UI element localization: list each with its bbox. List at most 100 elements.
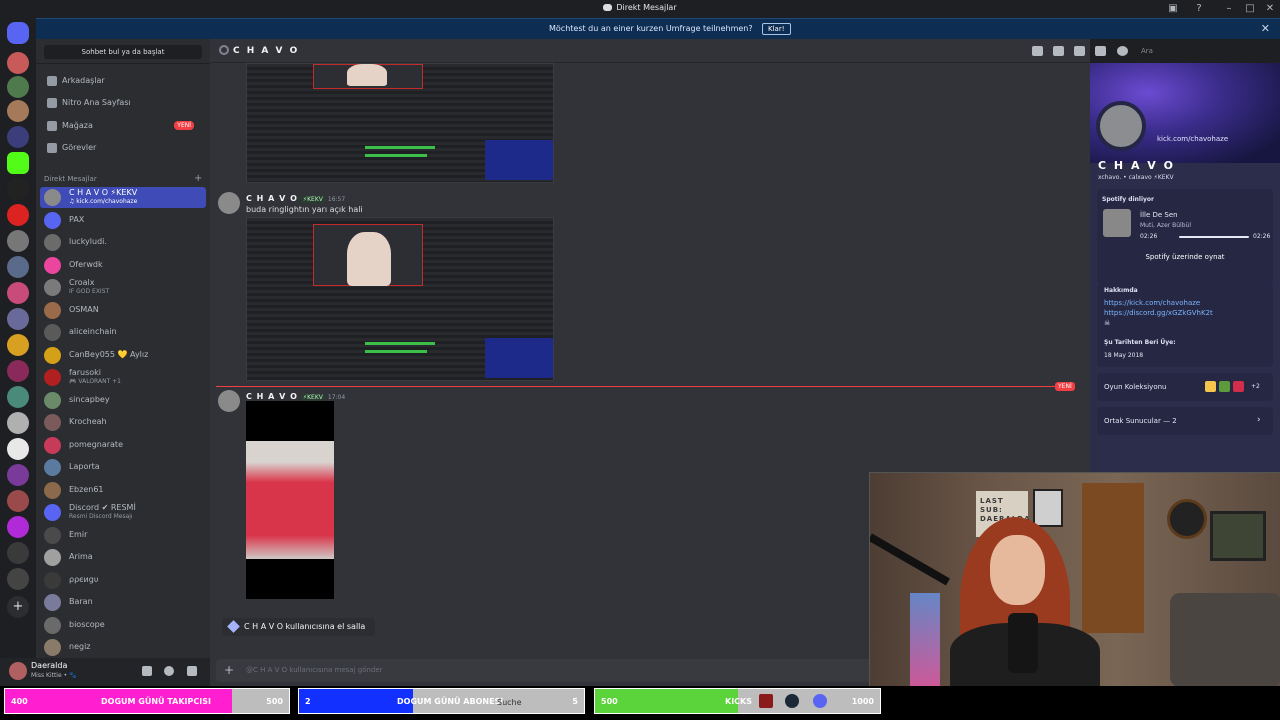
server-icon[interactable] <box>7 308 29 330</box>
maximize-button[interactable]: □ <box>1243 2 1257 16</box>
dm-item[interactable]: aliceinchain <box>40 322 206 343</box>
microphone-icon[interactable] <box>142 666 152 676</box>
server-icon[interactable] <box>7 100 29 122</box>
member-since-date: 18 May 2018 <box>1104 352 1144 359</box>
user-panel: Daeralda Miss Kittie • 🐾 <box>0 658 210 686</box>
server-icon[interactable] <box>7 542 29 564</box>
dm-item[interactable]: Baran <box>40 592 206 613</box>
server-icon[interactable] <box>7 516 29 538</box>
dm-item[interactable]: negiz <box>40 637 206 658</box>
create-dm-icon[interactable]: + <box>194 173 202 184</box>
dm-search-button[interactable]: Sohbet bul ya da başlat <box>44 45 202 59</box>
image-attachment[interactable] <box>246 217 554 381</box>
dm-name: ρρєиgυ <box>69 574 99 584</box>
server-icon[interactable] <box>7 360 29 382</box>
voice-call-icon[interactable] <box>1032 46 1043 56</box>
about-link-discord[interactable]: https://discord.gg/xGZkGVhK2t <box>1104 309 1213 317</box>
profile-avatar[interactable] <box>1096 101 1146 151</box>
sparkle-icon <box>227 620 240 633</box>
dm-name: CanBey055 💛 Aylız <box>69 349 149 359</box>
nav-friends[interactable]: Arkadaşlar <box>42 71 204 91</box>
nav-shop[interactable]: Mağaza YENİ <box>42 116 204 136</box>
user-avatar[interactable] <box>9 662 27 680</box>
help-icon[interactable]: ? <box>1192 2 1206 16</box>
user-profile-icon[interactable] <box>1117 46 1128 56</box>
inbox-icon[interactable]: ▣ <box>1166 2 1180 16</box>
dm-item[interactable]: Emir <box>40 525 206 546</box>
banner-accept-button[interactable]: Klar! <box>762 23 791 35</box>
steam-icon[interactable] <box>785 694 799 708</box>
server-icon[interactable] <box>7 568 29 590</box>
server-icon[interactable] <box>7 204 29 226</box>
pin-icon[interactable] <box>1074 46 1085 56</box>
add-friends-icon[interactable] <box>1095 46 1106 56</box>
nitro-icon <box>47 98 57 108</box>
dm-item[interactable]: Laporta <box>40 457 206 478</box>
dm-item[interactable]: luckyludi. <box>40 232 206 253</box>
server-icon[interactable] <box>7 464 29 486</box>
server-icon[interactable] <box>7 178 29 200</box>
wave-button[interactable]: C H A V O kullanıcısına el salla <box>222 618 376 636</box>
dm-item[interactable]: Discord ✔ RESMİ Resmi Discord Mesajı <box>40 502 206 523</box>
server-icon[interactable] <box>7 230 29 252</box>
dm-item[interactable]: Oferwdk <box>40 255 206 276</box>
nav-nitro[interactable]: Nitro Ana Sayfası <box>42 93 204 113</box>
server-icon[interactable] <box>7 52 29 74</box>
dm-item[interactable]: bioscope <box>40 615 206 636</box>
server-icon[interactable] <box>7 282 29 304</box>
dm-name: PAX <box>69 214 85 224</box>
home-button[interactable] <box>7 22 29 44</box>
dm-item[interactable]: ρρєиgυ <box>40 570 206 591</box>
dm-item[interactable]: farusoki 🎮 VALORANT +1 <box>40 367 206 388</box>
discord-taskbar-icon[interactable] <box>813 694 827 708</box>
close-window-button[interactable]: ✕ <box>1263 2 1277 16</box>
add-server-icon[interactable]: + <box>7 596 29 618</box>
video-call-icon[interactable] <box>1053 46 1064 56</box>
dm-name: pomegnarate <box>69 439 123 449</box>
mutual-servers-card[interactable]: Ortak Sunucular — 2 › <box>1097 407 1273 435</box>
dm-item[interactable]: Croalx IF GOD EXIST <box>40 277 206 298</box>
banner-close-icon[interactable]: ✕ <box>1261 22 1270 35</box>
dm-item[interactable]: Arima <box>40 547 206 568</box>
server-icon[interactable] <box>7 438 29 460</box>
song-artist[interactable]: Muti, Azer Bülbül <box>1140 222 1191 229</box>
server-icon[interactable] <box>7 334 29 356</box>
profile-activity-link[interactable]: kick.com/chavohaze <box>1157 135 1228 143</box>
taskbar-app-icon[interactable] <box>759 694 773 708</box>
minimize-button[interactable]: – <box>1222 2 1236 16</box>
message-author[interactable]: C H A V O ⚡KEKV 16:57 <box>246 194 345 203</box>
video-attachment[interactable] <box>246 401 334 599</box>
dm-item[interactable]: pomegnarate <box>40 435 206 456</box>
image-attachment[interactable] <box>246 63 554 183</box>
message-avatar[interactable] <box>218 192 240 214</box>
settings-gear-icon[interactable] <box>187 666 197 676</box>
dm-item[interactable]: Ebzen61 <box>40 480 206 501</box>
game-collection-card[interactable]: Oyun Koleksiyonu +2 <box>1097 373 1273 401</box>
dm-item[interactable]: PAX <box>40 210 206 231</box>
spotify-card: Spotify dinliyor İlle De Sen Muti, Azer … <box>1097 189 1273 283</box>
server-icon[interactable] <box>7 386 29 408</box>
headphones-icon[interactable] <box>164 666 174 676</box>
dm-avatar <box>44 391 61 409</box>
spotify-play-button[interactable]: Spotify üzerinde oynat <box>1097 249 1273 265</box>
divider <box>36 63 210 64</box>
server-icon[interactable] <box>7 76 29 98</box>
server-icon[interactable] <box>7 126 29 148</box>
dm-item[interactable]: C H A V O ⚡KEKV ♫ kick.com/chavohaze <box>40 187 206 208</box>
dm-item[interactable]: Krocheah <box>40 412 206 433</box>
server-icon[interactable] <box>7 412 29 434</box>
server-icon[interactable] <box>7 490 29 512</box>
message-author[interactable]: C H A V O ⚡KEKV 17:04 <box>246 392 345 401</box>
chat-search-input[interactable]: Ara <box>1135 44 1271 58</box>
taskbar-search[interactable]: Suche <box>497 698 522 707</box>
server-icon[interactable] <box>7 256 29 278</box>
dm-item[interactable]: sincapbey <box>40 390 206 411</box>
nav-quests[interactable]: Görevler <box>42 138 204 158</box>
attach-plus-icon[interactable]: + <box>224 663 234 677</box>
kick-server-icon[interactable] <box>7 152 29 174</box>
about-link-kick[interactable]: https://kick.com/chavohaze <box>1104 299 1200 307</box>
dm-item[interactable]: OSMAN <box>40 300 206 321</box>
song-title[interactable]: İlle De Sen <box>1140 211 1178 219</box>
message-avatar[interactable] <box>218 390 240 412</box>
dm-item[interactable]: CanBey055 💛 Aylız <box>40 345 206 366</box>
